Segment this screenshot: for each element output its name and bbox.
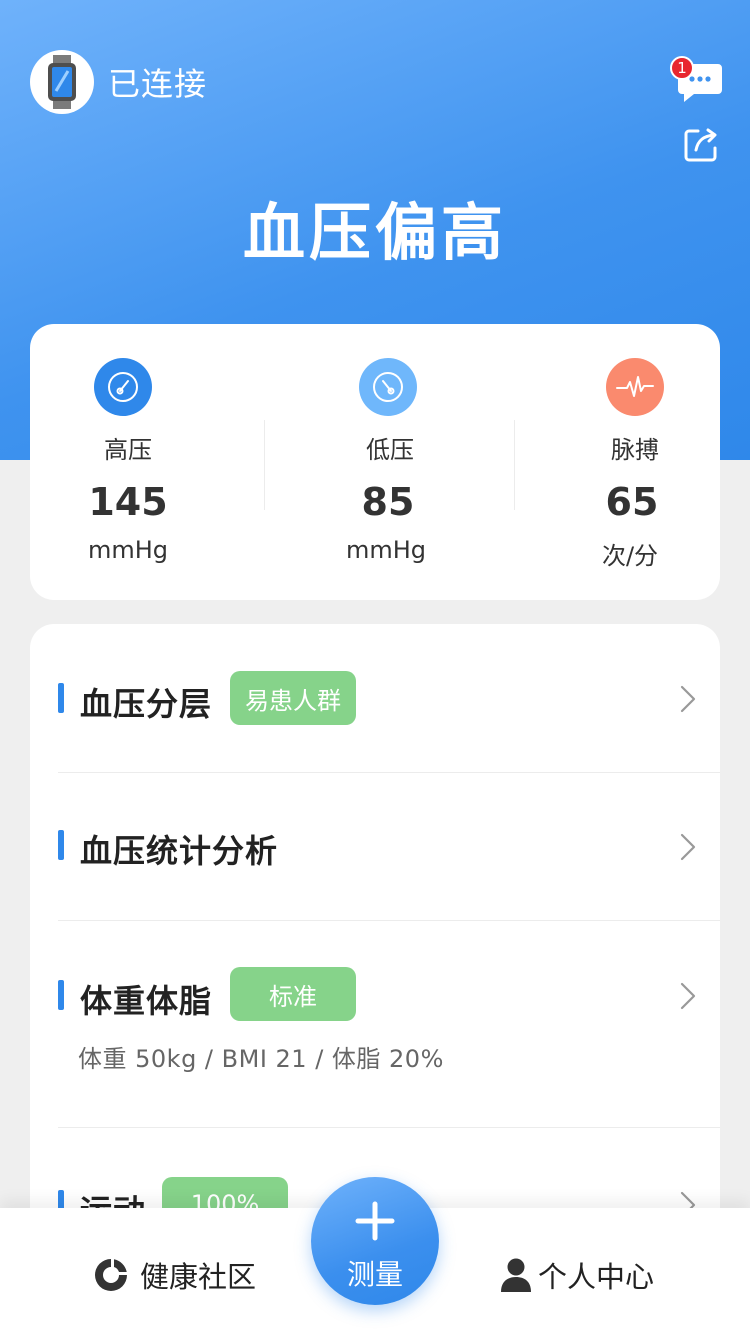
share-icon[interactable] (682, 126, 720, 164)
section-marker (58, 980, 64, 1010)
device-status: 已连接 (108, 65, 208, 103)
tab-label: 健康社区 (140, 1260, 257, 1294)
list-item-weight-fat[interactable]: 体重体脂 标准 体重 50kg / BMI 21 / 体脂 20% (30, 921, 720, 1127)
measure-button[interactable]: 测量 (311, 1177, 439, 1305)
vital-value: 85 (361, 480, 415, 524)
weight-summary: 体重 50kg / BMI 21 / 体脂 20% (78, 1045, 444, 1073)
measure-label: 测量 (346, 1258, 403, 1291)
chevron-right-icon (680, 982, 696, 1010)
pulse-icon (606, 358, 664, 416)
vital-unit: mmHg (87, 536, 169, 564)
gauge-icon (359, 358, 417, 416)
vital-diastolic: 低压 85 mmHg (273, 324, 503, 600)
vital-pulse: 脉搏 65 次/分 (490, 324, 720, 600)
chevron-right-icon (680, 685, 696, 713)
plus-icon (355, 1201, 395, 1241)
vital-value: 65 (605, 480, 659, 524)
vital-label: 高压 (104, 436, 152, 464)
tab-profile[interactable]: 个人中心 (500, 1245, 654, 1305)
message-badge: 1 (670, 56, 694, 80)
chevron-right-icon (680, 833, 696, 861)
vital-value: 145 (88, 480, 168, 524)
list-item-bp-statistics[interactable]: 血压统计分析 (30, 773, 720, 919)
section-marker (58, 683, 64, 713)
section-marker (58, 830, 64, 860)
divider (264, 420, 265, 510)
vital-label: 低压 (366, 436, 414, 464)
gauge-icon (94, 358, 152, 416)
status-title: 血压偏高 (242, 196, 507, 269)
item-title: 血压分层 (80, 685, 213, 723)
user-icon (501, 1258, 531, 1292)
list-item-bp-stratification[interactable]: 血压分层 易患人群 (30, 624, 720, 772)
item-title: 体重体脂 (80, 982, 213, 1020)
status-tag: 易患人群 (230, 671, 356, 725)
device-connection[interactable]: 已连接 (30, 50, 207, 114)
vital-systolic: 高压 145 mmHg (30, 324, 260, 600)
community-icon (95, 1259, 127, 1291)
vital-label: 脉搏 (611, 436, 659, 464)
watch-icon (30, 50, 94, 114)
vital-unit: 次/分 (601, 542, 659, 570)
tab-health-community[interactable]: 健康社区 (92, 1245, 256, 1305)
tab-label: 个人中心 (538, 1260, 655, 1294)
item-title: 血压统计分析 (80, 832, 279, 870)
vitals-card: 高压 145 mmHg 低压 85 mmHg 脉搏 65 次/分 (30, 324, 720, 600)
status-tag: 标准 (230, 967, 356, 1021)
vital-unit: mmHg (345, 536, 427, 564)
